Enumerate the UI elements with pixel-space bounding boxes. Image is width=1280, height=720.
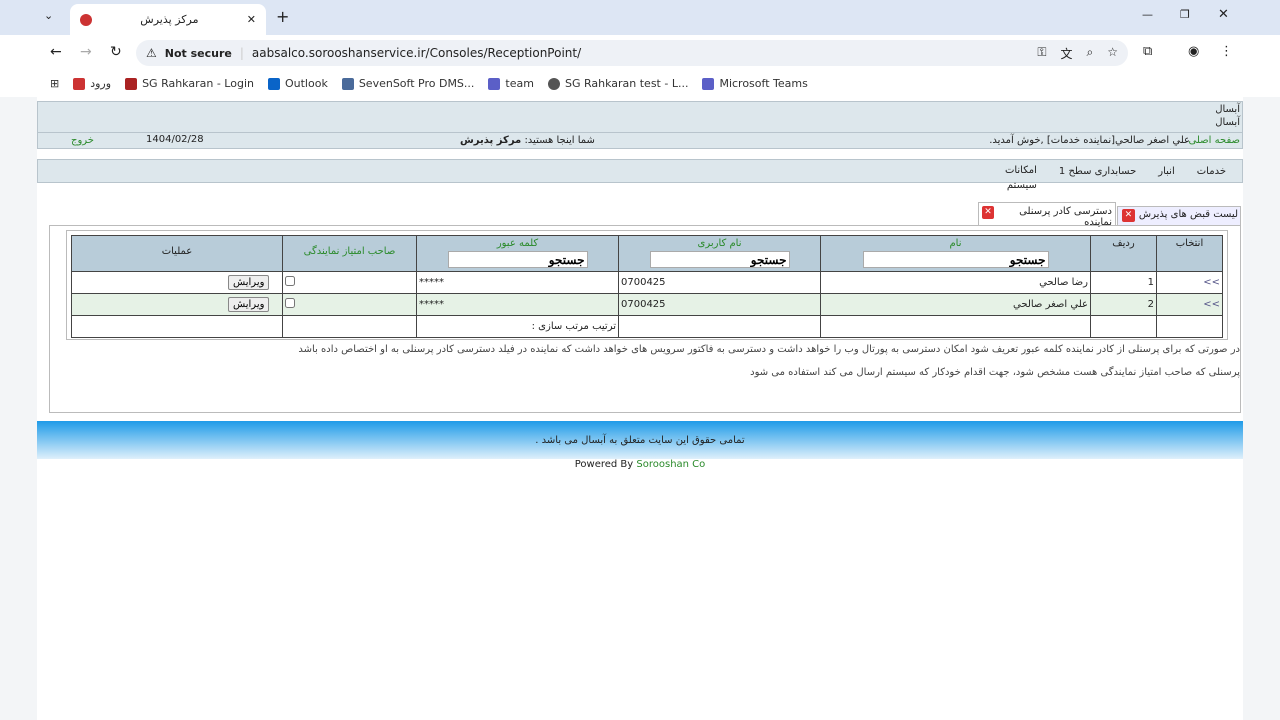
footer-bar: تمامی حقوق این سایت متعلق به آبسال می با… [37, 421, 1243, 459]
close-tab-icon[interactable]: ✕ [982, 206, 994, 219]
col-select: انتخاب [1156, 235, 1223, 272]
tab-receipts[interactable]: ليست قبض های پذيرش ✕ [1117, 206, 1241, 226]
powered-label: Powered By [574, 459, 634, 470]
username-search-input[interactable] [649, 251, 790, 268]
restore-button[interactable]: ❐ [1180, 8, 1190, 21]
profile-icon[interactable]: ◉ [1188, 44, 1199, 59]
tab-label: دسترسی کادر پرسنلی نماینده [1019, 206, 1112, 228]
bookmark[interactable]: ورود [73, 77, 111, 90]
owner-checkbox[interactable] [285, 276, 295, 286]
row-password: ***** [416, 271, 619, 294]
close-window-button[interactable]: ✕ [1218, 7, 1229, 22]
tab-label: ليست قبض های پذيرش [1138, 209, 1238, 220]
forward-button[interactable]: → [80, 44, 92, 60]
row-number: 1 [1090, 271, 1157, 294]
table-row[interactable]: >> 1 رضا صالحي 0700425 ***** ويرايش [71, 271, 1223, 294]
back-button[interactable]: ← [50, 44, 62, 60]
note-text: پرسنلی که صاحب امتیاز نمایندگی هست مشخص … [750, 367, 1240, 378]
reload-button[interactable]: ↻ [110, 44, 122, 60]
bookmark[interactable]: team [488, 77, 534, 90]
col-password: کلمه عبور [416, 235, 619, 272]
web-page: آبسال آبسال صفحه اصلی علي اصغر صالحي[نما… [37, 97, 1243, 720]
home-link[interactable]: صفحه اصلی [1189, 135, 1240, 146]
not-secure-label: Not secure [164, 46, 232, 60]
row-username: 0700425 [618, 293, 821, 316]
menu-item-system[interactable]: امکانات سیستم [1003, 163, 1037, 193]
location-value: مرکز پذیرش [460, 135, 522, 146]
address-bar[interactable]: ⚠ Not secure | aabsalco.sorooshanservice… [136, 40, 1128, 66]
logout-link[interactable]: خروج [71, 135, 94, 146]
translate-icon[interactable]: 文 [1060, 45, 1072, 62]
password-key-icon[interactable]: ⚿ [1037, 45, 1046, 62]
menu-item-accounting[interactable]: حسابداری سطح 1 [1059, 166, 1136, 177]
col-username: نام کاربری [618, 235, 821, 272]
site-name: آبسال [1215, 104, 1240, 115]
bookmarks-bar: ⊞ ورود SG Rahkaran - Login Outlook Seven… [0, 70, 1280, 97]
bookmark[interactable]: Outlook [267, 77, 328, 90]
row-name: رضا صالحي [820, 271, 1091, 294]
personnel-table: انتخاب ردیف نام نام کاربری کلمه عبور صاح… [71, 235, 1223, 338]
site-favicon [80, 13, 92, 26]
company-link[interactable]: Sorooshan Co [636, 459, 705, 470]
menu-icon[interactable]: ⋮ [1220, 44, 1233, 59]
name-search-input[interactable] [862, 251, 1049, 268]
warning-icon: ⚠ [146, 46, 157, 60]
tab-list-button[interactable]: ⌄ [44, 9, 53, 22]
apps-icon[interactable]: ⊞ [50, 77, 59, 90]
password-search-input[interactable] [447, 251, 588, 268]
select-row-link[interactable]: >> [1156, 271, 1223, 294]
table-row[interactable]: >> 2 علي اصغر صالحي 0700425 ***** ويرايش [71, 293, 1223, 316]
site-header: آبسال آبسال صفحه اصلی علي اصغر صالحي[نما… [37, 101, 1243, 149]
extensions-icon[interactable]: ⧉ [1143, 44, 1152, 59]
info-bar: صفحه اصلی علي اصغر صالحي[نماينده خدمات] … [38, 132, 1242, 149]
minimize-button[interactable]: — [1142, 8, 1153, 21]
select-row-link[interactable]: >> [1156, 293, 1223, 316]
close-tab-icon[interactable]: ✕ [247, 13, 256, 26]
row-name: علي اصغر صالحي [820, 293, 1091, 316]
owner-checkbox[interactable] [285, 298, 295, 308]
tab-bar: ⌄ مرکز پذیرش ✕ + — ❐ ✕ [0, 0, 1280, 35]
bookmark[interactable]: SevenSoft Pro DMS... [341, 77, 474, 90]
welcome-text: علي اصغر صالحي[نماينده خدمات] ,خوش آمديد… [989, 135, 1190, 146]
note-text: در صورتی که برای پرسنلی از کادر نماینده … [298, 344, 1240, 355]
row-number: 2 [1090, 293, 1157, 316]
edit-button[interactable]: ويرايش [228, 297, 270, 312]
col-row: ردیف [1090, 235, 1157, 272]
zoom-icon[interactable]: ⌕ [1087, 45, 1094, 62]
close-tab-icon[interactable]: ✕ [1121, 209, 1135, 222]
sort-label: ترتیب مرتب سازی : [416, 315, 619, 338]
menu-item-services[interactable]: خدمات [1197, 166, 1226, 177]
bookmark[interactable]: Microsoft Teams [702, 77, 808, 90]
table-frame: انتخاب ردیف نام نام کاربری کلمه عبور صاح… [66, 230, 1228, 340]
menu-item-warehouse[interactable]: انبار [1158, 166, 1174, 177]
content-panel: انتخاب ردیف نام نام کاربری کلمه عبور صاح… [49, 225, 1241, 413]
main-menu: خدمات انبار حسابداری سطح 1 امکانات سیستم [37, 159, 1243, 191]
col-name: نام [820, 235, 1091, 272]
col-owner: صاحب امتیاز نمایندگی [282, 235, 417, 272]
bookmark[interactable]: SG Rahkaran - Login [125, 77, 254, 90]
bookmark[interactable]: SG Rahkaran test - L... [547, 77, 688, 90]
url-text[interactable]: aabsalco.sorooshanservice.ir/Consoles/Re… [252, 46, 581, 60]
new-tab-button[interactable]: + [276, 7, 289, 26]
browser-tab[interactable]: مرکز پذیرش ✕ [70, 4, 266, 35]
tab-title: مرکز پذیرش [140, 13, 199, 26]
tab-personnel-access[interactable]: دسترسی کادر پرسنلی نماینده ✕ [978, 202, 1116, 228]
col-operations: عملیات [71, 235, 283, 272]
date-text: 1404/02/28 [146, 134, 204, 145]
site-name: آبسال [1215, 117, 1240, 128]
copyright-text: تمامی حقوق این سایت متعلق به آبسال می با… [535, 435, 745, 446]
powered-by: Powered By Sorooshan Co [37, 459, 1243, 470]
bookmark-star-icon[interactable]: ☆ [1107, 45, 1118, 62]
edit-button[interactable]: ويرايش [228, 275, 270, 290]
row-password: ***** [416, 293, 619, 316]
row-username: 0700425 [618, 271, 821, 294]
location-label: شما اینجا هستید: [524, 135, 595, 146]
